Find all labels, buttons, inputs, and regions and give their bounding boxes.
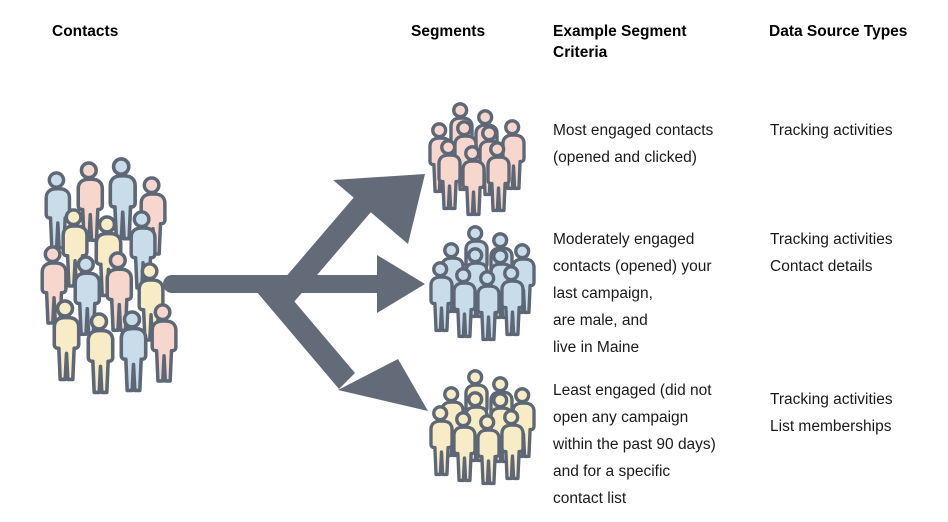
column-header-segments: Segments <box>411 23 486 40</box>
data-sources-most-engaged: Tracking activities <box>770 122 893 139</box>
contacts-crowd-graphic <box>40 157 178 395</box>
segment-group-most-engaged-graphic <box>428 102 526 217</box>
diagram-canvas: Contacts Segments Example Segment Criter… <box>0 0 948 522</box>
segment-criteria-least-engaged: Least engaged (did not open any campaign… <box>553 382 716 507</box>
column-header-example-segment-criteria: Example Segment Criteria <box>553 23 687 61</box>
segment-criteria-most-engaged: Most engaged contacts (opened and clicke… <box>553 122 714 166</box>
segment-group-moderately-engaged-graphic <box>429 225 536 342</box>
data-sources-moderately-engaged: Tracking activities Contact details <box>770 231 893 275</box>
branching-arrow-icon <box>163 174 428 411</box>
segment-criteria-moderately-engaged: Moderately engaged contacts (opened) you… <box>553 231 712 356</box>
column-header-data-source-types: Data Source Types <box>769 23 908 40</box>
column-header-contacts: Contacts <box>52 23 119 40</box>
data-sources-least-engaged: Tracking activities List memberships <box>770 391 893 435</box>
segment-group-least-engaged-graphic <box>429 369 536 486</box>
